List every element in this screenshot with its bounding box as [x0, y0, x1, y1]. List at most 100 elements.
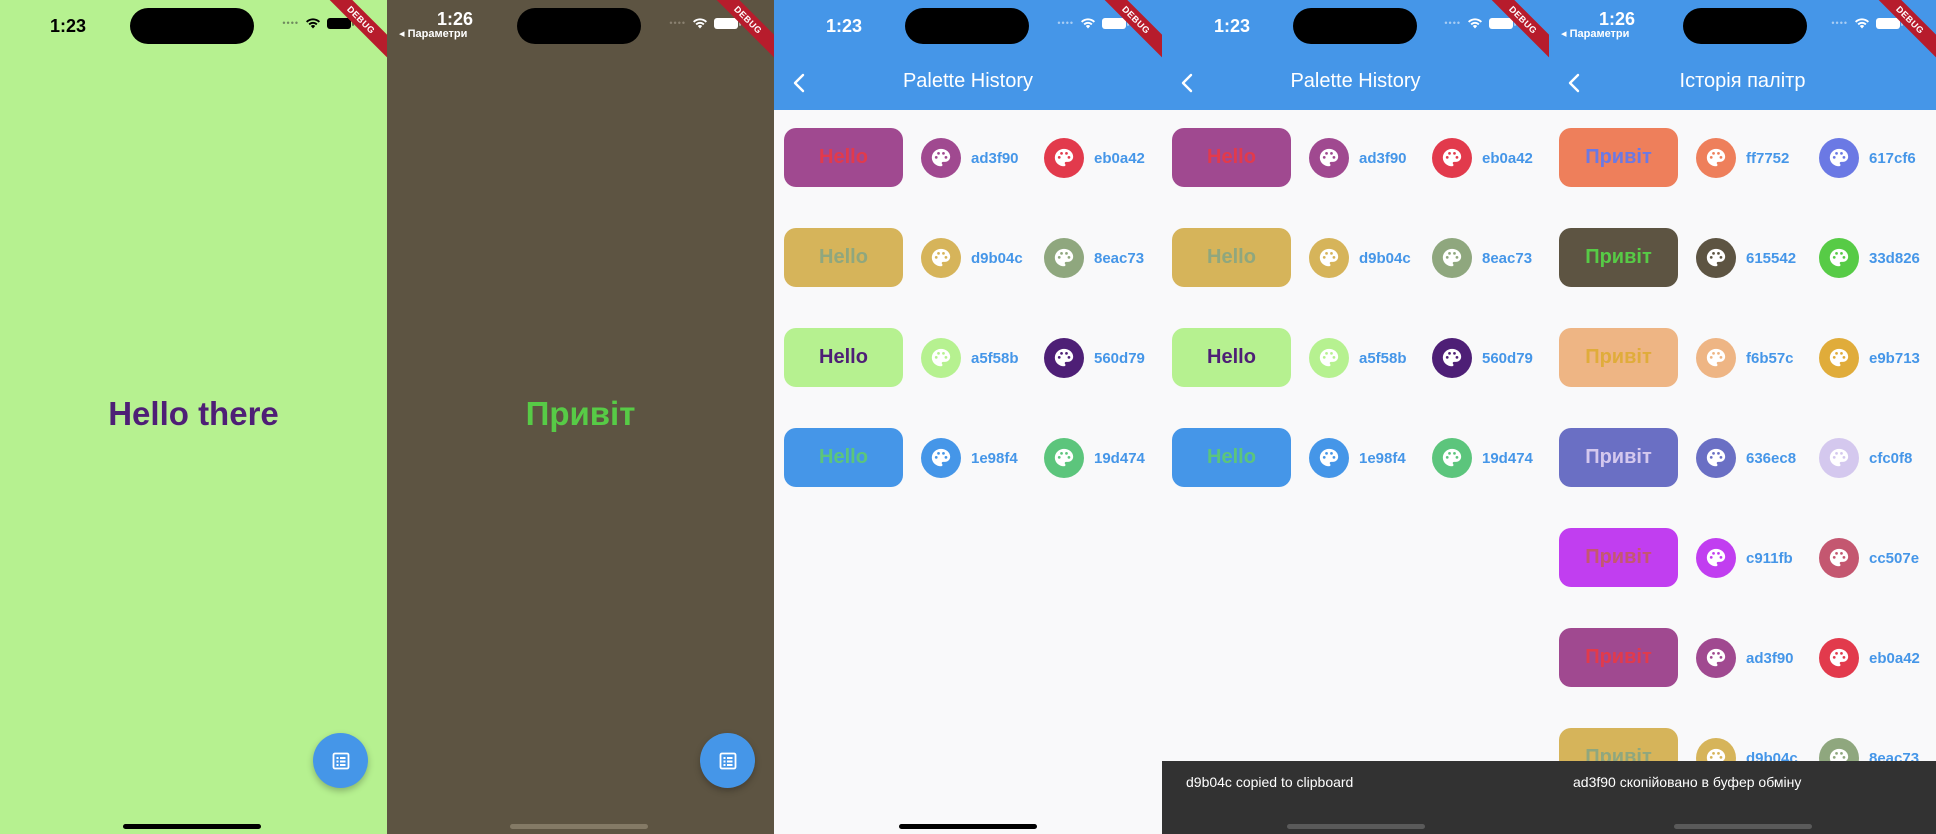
color-copy-chip[interactable]: 8eac73 — [1432, 238, 1532, 278]
palette-icon — [921, 338, 961, 378]
back-to-settings-link[interactable]: ◂ Параметри — [1561, 27, 1629, 40]
color-hex-label: f6b57c — [1746, 349, 1794, 367]
color-copy-chip[interactable]: 615542 — [1696, 238, 1796, 278]
palette-icon — [1696, 438, 1736, 478]
palette-icon — [1819, 338, 1859, 378]
dynamic-island — [130, 8, 254, 44]
home-indicator — [899, 824, 1037, 829]
color-copy-chip[interactable]: 19d474 — [1044, 438, 1145, 478]
palette-icon — [921, 438, 961, 478]
back-to-settings-link[interactable]: ◂ Параметри — [399, 27, 467, 40]
palette-row: Hello ad3f90 eb0a42 — [774, 128, 1162, 188]
palette-icon — [1044, 238, 1084, 278]
palette-icon — [1309, 338, 1349, 378]
palette-preview-button[interactable]: Привіт — [1559, 128, 1678, 187]
color-copy-chip[interactable]: f6b57c — [1696, 338, 1794, 378]
status-icons: •••• — [669, 17, 741, 29]
palette-icon — [1819, 138, 1859, 178]
color-copy-chip[interactable]: eb0a42 — [1819, 638, 1920, 678]
color-hex-label: cfc0f8 — [1869, 449, 1913, 467]
palette-preview-button[interactable]: Привіт — [1559, 228, 1678, 287]
palette-row: Hello a5f58b 560d79 — [1162, 328, 1549, 388]
palette-icon — [1044, 138, 1084, 178]
history-list-icon — [719, 752, 736, 769]
history-fab-button[interactable] — [313, 733, 368, 788]
palette-preview-button[interactable]: Hello — [784, 228, 903, 287]
palette-preview-button[interactable]: Привіт — [1559, 528, 1678, 587]
palette-preview-button[interactable]: Привіт — [1559, 428, 1678, 487]
color-copy-chip[interactable]: 560d79 — [1044, 338, 1145, 378]
color-copy-chip[interactable]: ff7752 — [1696, 138, 1789, 178]
color-hex-label: 8eac73 — [1482, 249, 1533, 267]
palette-row: Hello 1e98f4 19d474 — [774, 428, 1162, 488]
color-copy-chip[interactable]: cc507e — [1819, 538, 1919, 578]
palette-icon — [1432, 338, 1472, 378]
palette-history-screen-english: 1:23 •••• Palette History DEBUG Hello ad3… — [774, 0, 1162, 834]
color-copy-chip[interactable]: a5f58b — [921, 338, 1019, 378]
color-copy-chip[interactable]: ad3f90 — [921, 138, 1019, 178]
color-copy-chip[interactable]: d9b04c — [921, 238, 1023, 278]
palette-icon — [1819, 638, 1859, 678]
palette-icon — [1044, 438, 1084, 478]
color-copy-chip[interactable]: 19d474 — [1432, 438, 1533, 478]
color-copy-chip[interactable]: ad3f90 — [1696, 638, 1794, 678]
color-copy-chip[interactable]: 1e98f4 — [1309, 438, 1406, 478]
color-copy-chip[interactable]: e9b713 — [1819, 338, 1920, 378]
color-copy-chip[interactable]: 560d79 — [1432, 338, 1533, 378]
app-bar: 1:23 •••• Palette History — [774, 0, 1162, 110]
home-indicator — [510, 824, 648, 829]
color-copy-chip[interactable]: 33d826 — [1819, 238, 1920, 278]
battery-icon — [1876, 17, 1903, 29]
color-hex-label: 1e98f4 — [971, 449, 1018, 467]
palette-preview-button[interactable]: Привіт — [1559, 628, 1678, 687]
status-bar: 1:23 •••• — [0, 0, 387, 50]
color-copy-chip[interactable]: 1e98f4 — [921, 438, 1018, 478]
app-bar: 1:23 •••• Palette History — [1162, 0, 1549, 110]
status-icons: •••• — [282, 17, 354, 29]
color-copy-chip[interactable]: 8eac73 — [1044, 238, 1144, 278]
greeting-screen-ukrainian: 1:26 ◂ Параметри •••• DEBUG Привіт — [387, 0, 774, 834]
color-copy-chip[interactable]: cfc0f8 — [1819, 438, 1912, 478]
color-copy-chip[interactable]: eb0a42 — [1432, 138, 1533, 178]
status-bar: 1:26 ◂ Параметри •••• — [1549, 0, 1936, 50]
palette-icon — [1432, 138, 1472, 178]
color-copy-chip[interactable]: c911fb — [1696, 538, 1793, 578]
palette-list: Hello ad3f90 eb0a42 Hello d9b04c 8eac73 Hello a… — [774, 110, 1162, 834]
color-copy-chip[interactable]: 617cf6 — [1819, 138, 1916, 178]
color-hex-label: a5f58b — [971, 349, 1019, 367]
palette-preview-button[interactable]: Hello — [784, 328, 903, 387]
app-bar: 1:26 ◂ Параметри •••• Історія палітр — [1549, 0, 1936, 110]
palette-preview-button[interactable]: Hello — [1172, 328, 1291, 387]
palette-preview-button[interactable]: Hello — [784, 428, 903, 487]
palette-icon — [1044, 338, 1084, 378]
palette-row: Hello 1e98f4 19d474 — [1162, 428, 1549, 488]
color-hex-label: 19d474 — [1094, 449, 1145, 467]
palette-row: Hello d9b04c 8eac73 — [1162, 228, 1549, 288]
palette-preview-button[interactable]: Hello — [784, 128, 903, 187]
status-time: 1:23 — [825, 16, 863, 36]
greeting-text: Hello there — [108, 395, 279, 432]
wifi-icon — [693, 18, 707, 29]
greeting-text: Привіт — [525, 395, 636, 432]
palette-history-screen-copied: 1:23 •••• Palette History DEBUG Hello ad3… — [1162, 0, 1549, 834]
cellular-signal-icon: •••• — [669, 17, 686, 28]
color-copy-chip[interactable]: 636ec8 — [1696, 438, 1796, 478]
palette-icon — [1819, 438, 1859, 478]
history-fab-button[interactable] — [700, 733, 755, 788]
color-copy-chip[interactable]: ad3f90 — [1309, 138, 1407, 178]
dynamic-island — [1683, 8, 1807, 44]
dynamic-island — [517, 8, 641, 44]
palette-preview-button[interactable]: Привіт — [1559, 328, 1678, 387]
palette-preview-button[interactable]: Hello — [1172, 228, 1291, 287]
palette-history-screen-ukrainian: 1:26 ◂ Параметри •••• Історія палітр DEB… — [1549, 0, 1936, 834]
palette-preview-button[interactable]: Hello — [1172, 428, 1291, 487]
palette-preview-button[interactable]: Hello — [1172, 128, 1291, 187]
snackbar-message: ad3f90 скопійовано в буфер обміну — [1573, 774, 1802, 790]
color-copy-chip[interactable]: d9b04c — [1309, 238, 1411, 278]
color-hex-label: ad3f90 — [1746, 649, 1794, 667]
color-copy-chip[interactable]: eb0a42 — [1044, 138, 1145, 178]
status-time: 1:23 — [49, 16, 87, 36]
color-hex-label: 560d79 — [1094, 349, 1145, 367]
home-indicator — [123, 824, 261, 829]
color-copy-chip[interactable]: a5f58b — [1309, 338, 1407, 378]
